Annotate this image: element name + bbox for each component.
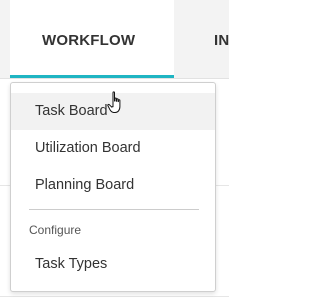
background-divider-bottom	[0, 296, 229, 297]
active-tab-indicator	[10, 75, 174, 78]
hand-pointer-icon	[107, 91, 121, 113]
menu-divider	[29, 209, 199, 210]
tab-workflow[interactable]: WORKFLOW	[10, 0, 174, 78]
menu-item-task-types-label: Task Types	[35, 256, 108, 272]
menu-item-utilization-board[interactable]: Utilization Board	[11, 130, 215, 167]
menu-item-utilization-board-label: Utilization Board	[35, 140, 141, 156]
menu-item-task-types[interactable]: Task Types	[11, 246, 215, 283]
menu-item-planning-board-label: Planning Board	[35, 177, 135, 193]
tab-workflow-label: WORKFLOW	[42, 32, 136, 49]
menu-item-task-board-label: Task Board	[35, 103, 108, 119]
tab-next-label: IN	[214, 32, 229, 49]
background-divider-left	[0, 185, 10, 186]
menu-item-planning-board[interactable]: Planning Board	[11, 167, 215, 204]
top-nav-bar: WORKFLOW IN	[0, 0, 229, 79]
tab-next[interactable]: IN	[174, 0, 229, 78]
background-divider-right	[215, 185, 229, 186]
configure-section-label: Configure	[29, 223, 82, 237]
